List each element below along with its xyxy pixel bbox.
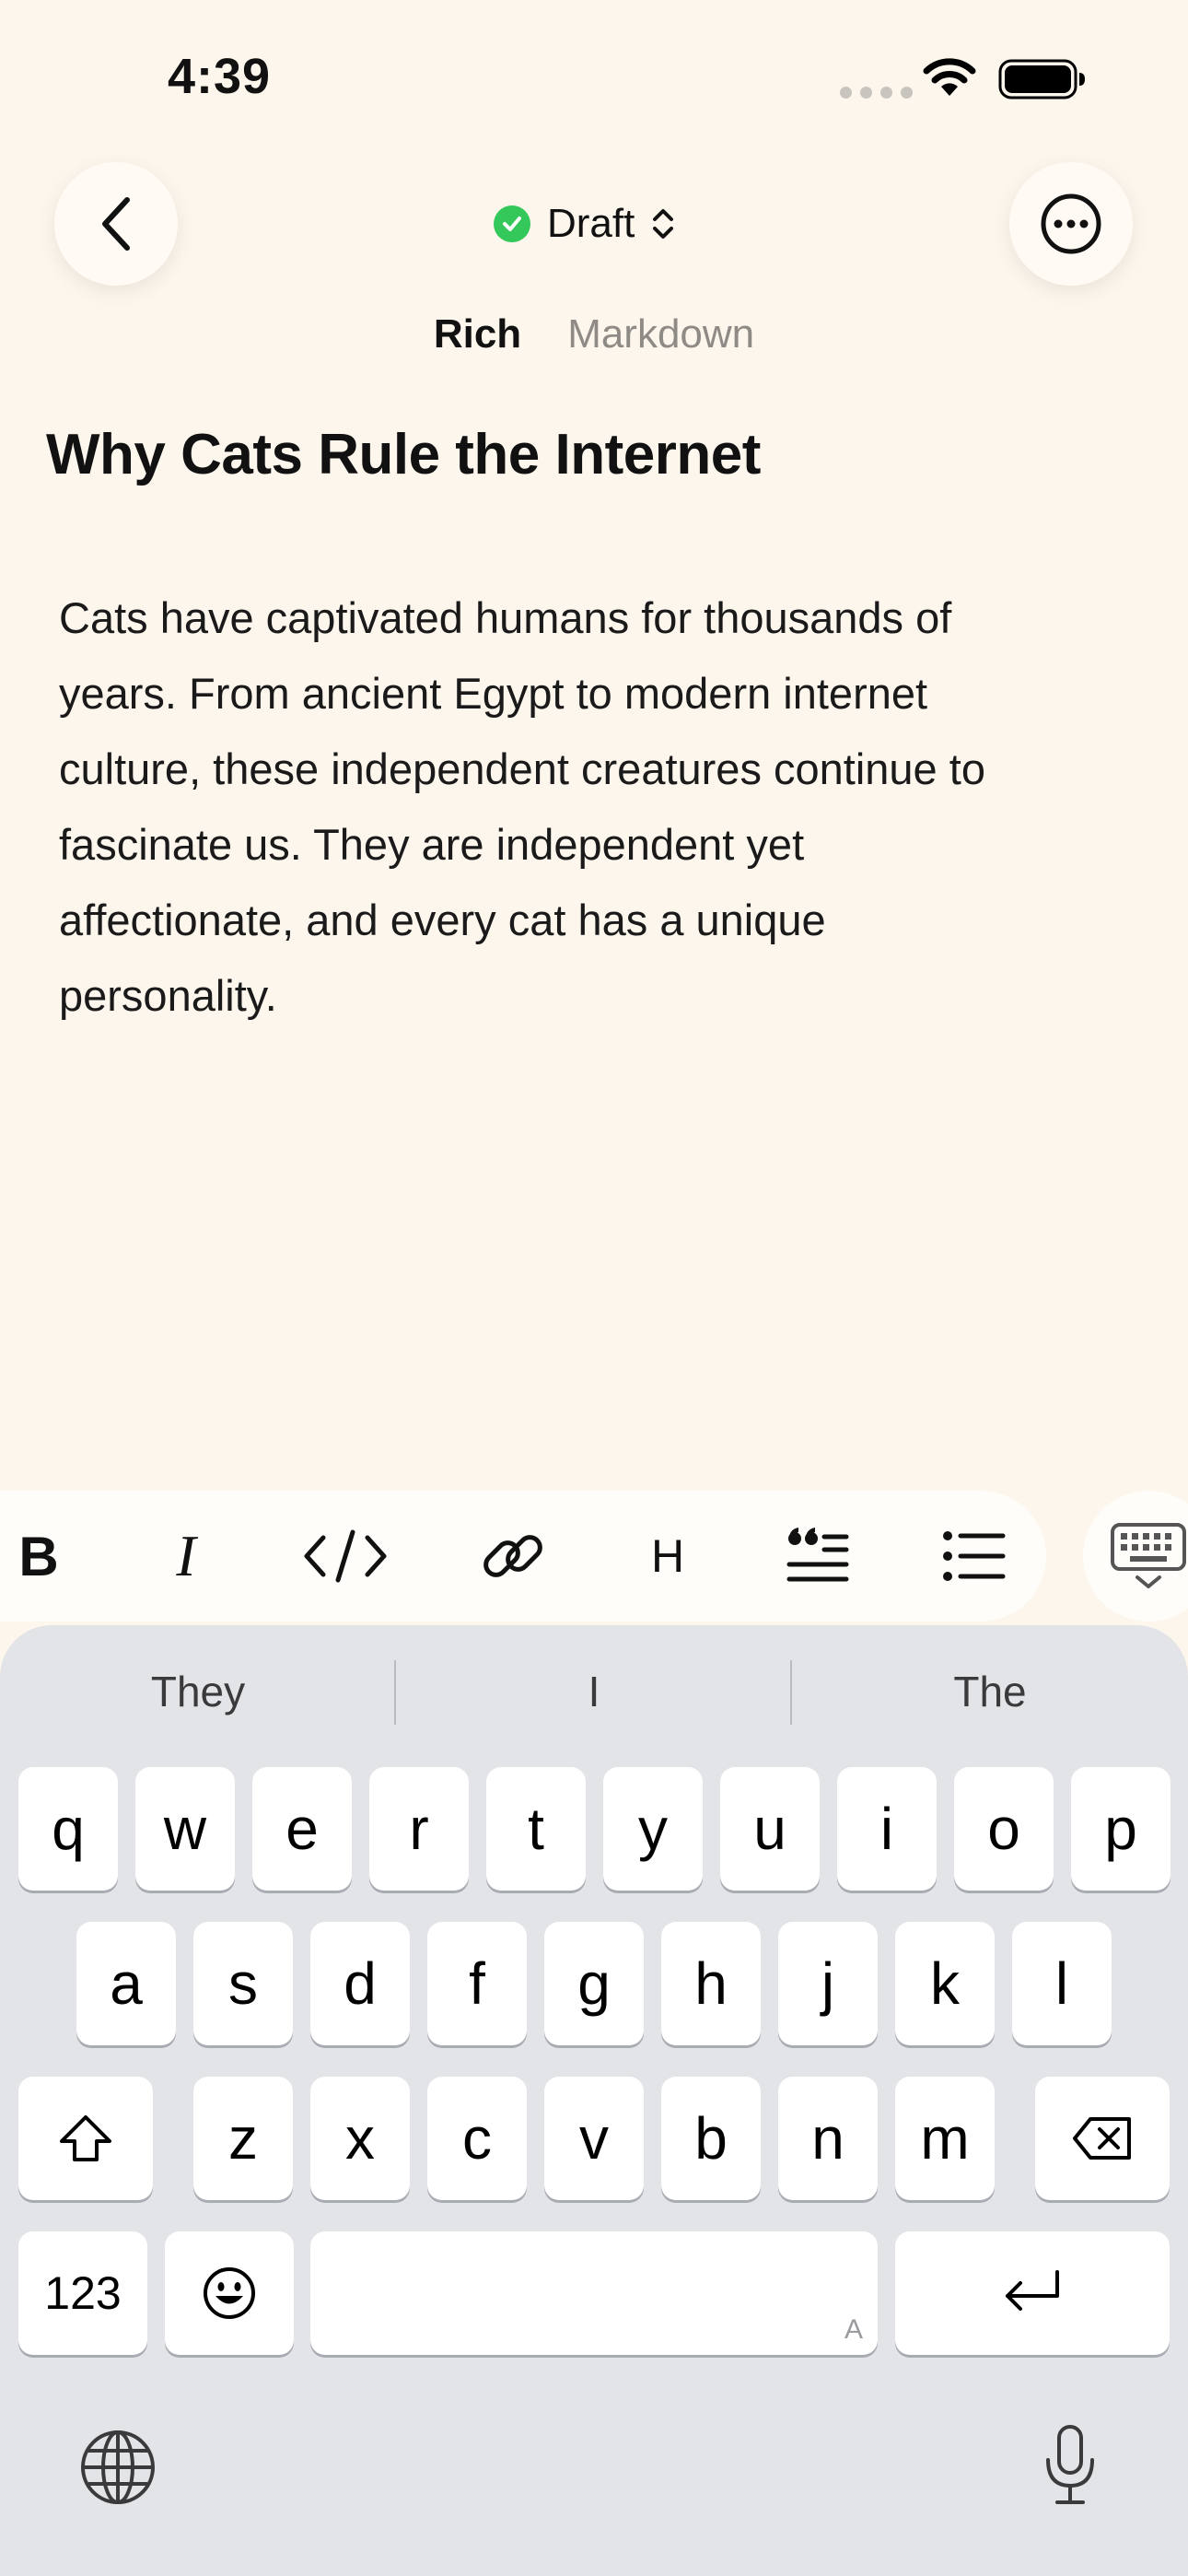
body-line: fascinate us. They are independent yet: [59, 820, 805, 869]
body-line: affectionate, and every cat has a unique: [59, 896, 826, 944]
battery-icon: [998, 59, 1085, 100]
key-y[interactable]: y: [603, 1767, 703, 1891]
code-icon: [304, 1529, 387, 1583]
key-q[interactable]: q: [18, 1767, 118, 1891]
numbers-key[interactable]: 123: [18, 2231, 147, 2355]
globe-icon[interactable]: [79, 2429, 157, 2506]
key-c[interactable]: c: [427, 2077, 527, 2200]
key-e[interactable]: e: [252, 1767, 352, 1891]
microphone-icon[interactable]: [1041, 2423, 1100, 2508]
key-r[interactable]: r: [369, 1767, 469, 1891]
status-check-icon: [494, 205, 530, 242]
tab-rich[interactable]: Rich: [434, 311, 521, 357]
heading-icon: H: [650, 1530, 685, 1582]
key-s[interactable]: s: [193, 1922, 293, 2045]
key-k[interactable]: k: [895, 1922, 995, 2045]
key-n[interactable]: n: [778, 2077, 878, 2200]
body-line: years. From ancient Egypt to modern inte…: [59, 669, 928, 718]
formatting-toolbar: B I H: [0, 1491, 1046, 1622]
key-g[interactable]: g: [544, 1922, 644, 2045]
wifi-icon: [923, 58, 976, 96]
key-p[interactable]: p: [1071, 1767, 1171, 1891]
keyboard-dismiss-icon: [1111, 1523, 1186, 1588]
heading-button[interactable]: H: [635, 1491, 700, 1622]
tab-markdown[interactable]: Markdown: [567, 311, 754, 357]
key-i[interactable]: i: [837, 1767, 937, 1891]
space-language-hint: A: [844, 2314, 863, 2345]
key-a[interactable]: a: [76, 1922, 176, 2045]
ellipsis-circle-icon: [1041, 193, 1101, 254]
return-icon: [1006, 2270, 1059, 2311]
key-h[interactable]: h: [661, 1922, 761, 2045]
emoji-icon: [204, 2267, 255, 2319]
body-line: culture, these independent creatures con…: [59, 744, 985, 793]
key-u[interactable]: u: [720, 1767, 820, 1891]
suggestion-1[interactable]: They: [0, 1655, 396, 1728]
status-label: Draft: [547, 201, 635, 246]
link-icon: [483, 1535, 542, 1577]
italic-button[interactable]: I: [147, 1491, 225, 1622]
document-title[interactable]: Why Cats Rule the Internet: [46, 422, 761, 487]
chevron-left-icon: [102, 197, 130, 251]
suggestion-2[interactable]: I: [396, 1655, 792, 1728]
quote-button[interactable]: [781, 1491, 855, 1622]
delete-key[interactable]: [1035, 2077, 1170, 2200]
key-m[interactable]: m: [895, 2077, 995, 2200]
key-f[interactable]: f: [427, 1922, 527, 2045]
document-body[interactable]: Cats have captivated humans for thousand…: [59, 580, 1127, 1034]
body-line: personality.: [59, 971, 277, 1020]
return-key[interactable]: [895, 2231, 1170, 2355]
editor-mode-tabs: Rich Markdown: [0, 311, 1188, 357]
key-w[interactable]: w: [135, 1767, 235, 1891]
shift-key[interactable]: [18, 2077, 153, 2200]
back-button[interactable]: [54, 162, 178, 286]
key-t[interactable]: t: [486, 1767, 586, 1891]
code-button[interactable]: [299, 1491, 391, 1622]
emoji-key[interactable]: [165, 2231, 294, 2355]
list-button[interactable]: [938, 1491, 1011, 1622]
more-options-button[interactable]: [1009, 162, 1133, 286]
key-v[interactable]: v: [544, 2077, 644, 2200]
key-j[interactable]: j: [778, 1922, 878, 2045]
chevron-updown-icon: [653, 209, 674, 239]
backspace-icon: [1073, 2117, 1131, 2160]
key-x[interactable]: x: [310, 2077, 410, 2200]
key-l[interactable]: l: [1012, 1922, 1112, 2045]
key-b[interactable]: b: [661, 2077, 761, 2200]
body-line: Cats have captivated humans for thousand…: [59, 593, 952, 642]
key-z[interactable]: z: [193, 2077, 293, 2200]
italic-icon: I: [176, 1523, 196, 1588]
cellular-signal-icon: [840, 87, 913, 99]
key-o[interactable]: o: [954, 1767, 1054, 1891]
link-button[interactable]: [474, 1491, 552, 1622]
status-time: 4:39: [168, 49, 272, 104]
bold-icon: B: [18, 1525, 59, 1587]
list-icon: [943, 1531, 1006, 1581]
quote-icon: [786, 1528, 849, 1582]
status-selector[interactable]: Draft: [494, 195, 675, 252]
suggestion-3[interactable]: The: [792, 1655, 1188, 1728]
bold-button[interactable]: B: [0, 1491, 77, 1622]
keyboard-dismiss-button[interactable]: [1083, 1491, 1188, 1622]
key-d[interactable]: d: [310, 1922, 410, 2045]
space-key[interactable]: A: [310, 2231, 878, 2355]
shift-icon: [60, 2115, 111, 2161]
